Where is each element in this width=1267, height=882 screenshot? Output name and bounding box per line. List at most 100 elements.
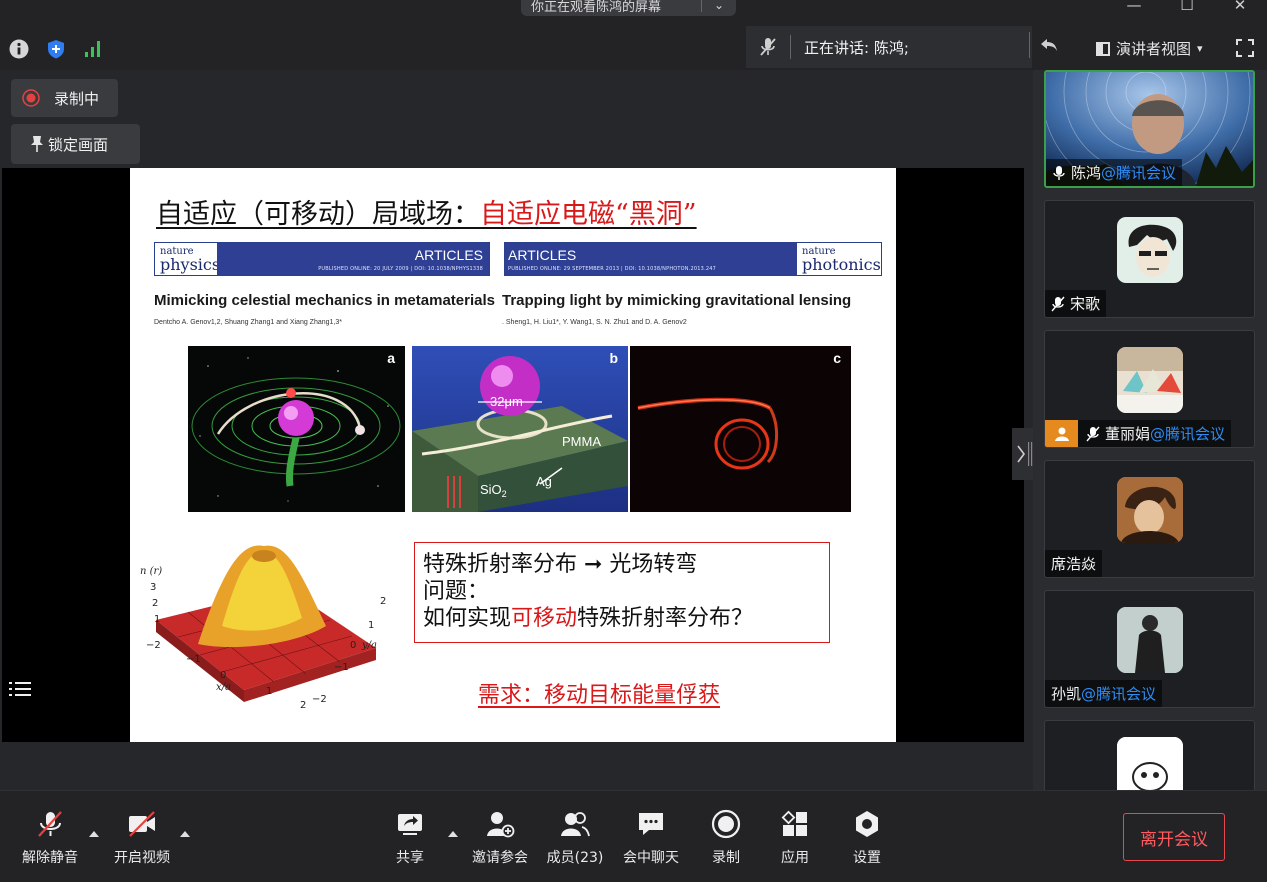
view-caret-icon: ▾ xyxy=(1197,42,1203,55)
x-tick-1: 1 xyxy=(266,686,272,697)
presentation-slide: 自适应（可移动）局域场：自适应电磁“黑洞” nature physics ART… xyxy=(130,168,896,742)
panel-c-label: c xyxy=(833,350,841,366)
screen-share-indicator[interactable]: 你正在观看陈鸿的屏幕 ⌄ xyxy=(521,0,736,16)
signal-strength-icon[interactable] xyxy=(83,39,103,59)
apps-label: 应用 xyxy=(781,850,809,866)
lock-screen-button[interactable]: 锁定画面 xyxy=(11,124,140,164)
apps-button[interactable]: 应用 xyxy=(775,809,815,867)
participant-tile[interactable] xyxy=(1044,720,1255,790)
figure-panel-b: 32μm PMMA Ag SiO2 b xyxy=(412,346,628,512)
participant-tile[interactable]: 孙凯 @腾讯会议 xyxy=(1044,590,1255,708)
apps-grid-icon xyxy=(781,810,807,836)
settings-button[interactable]: 设置 xyxy=(847,809,887,867)
user-role-icon xyxy=(1045,420,1078,447)
meeting-info-bar xyxy=(0,26,1267,70)
paper2-authors: . Sheng1, H. Liu1*, Y. Wang1, S. N. Zhu1… xyxy=(502,319,687,326)
y-axis-label: y/a xyxy=(361,640,377,651)
participant-name: 席浩焱 xyxy=(1051,555,1097,573)
participant-tile[interactable]: 宋歌 xyxy=(1044,200,1255,318)
x-axis-label: x/a xyxy=(216,682,231,693)
x-tick-2: 2 xyxy=(300,700,306,711)
share-menu-icon[interactable]: ⌄ xyxy=(702,0,736,12)
video-off-icon xyxy=(129,811,155,837)
shared-screen[interactable]: 自适应（可移动）局域场：自适应电磁“黑洞” nature physics ART… xyxy=(2,168,1024,742)
recording-label: 录制中 xyxy=(54,89,100,108)
paper2-title: Trapping light by mimicking gravitationa… xyxy=(502,292,852,309)
share-options-caret-icon[interactable] xyxy=(448,831,458,837)
record-button[interactable]: 录制 xyxy=(706,809,746,867)
chat-label: 会中聊天 xyxy=(623,850,679,866)
speaker-view-toggle[interactable]: 演讲者视图 ▾ xyxy=(1096,38,1203,59)
participant-tile[interactable]: 陈鸿 @腾讯会议 xyxy=(1044,70,1255,188)
participant-sidebar: 陈鸿 @腾讯会议 宋歌 董丽娟 @腾讯会议 席浩焱 孙凯 @腾讯会议 xyxy=(1033,70,1267,790)
leave-meeting-button[interactable]: 离开会议 xyxy=(1123,813,1225,861)
audio-options-caret-icon[interactable] xyxy=(89,831,99,837)
recording-indicator[interactable]: 录制中 xyxy=(11,79,118,117)
layout-icon xyxy=(1096,41,1110,56)
y-tick-m2: −2 xyxy=(312,694,327,705)
participant-tile[interactable]: 董丽娟 @腾讯会议 xyxy=(1044,330,1255,448)
paper2-published: PUBLISHED ONLINE: 29 SEPTEMBER 2013 | DO… xyxy=(508,266,716,272)
avatar xyxy=(1117,737,1183,790)
paper1-published: PUBLISHED ONLINE: 20 JULY 2009 | DOI: 10… xyxy=(318,266,483,272)
info-icon[interactable] xyxy=(9,39,29,59)
invite-label: 邀请参会 xyxy=(472,850,528,866)
share-screen-icon xyxy=(398,814,422,835)
question-box: 特殊折射率分布 ➞ 光场转弯 问题： 如何实现可移动特殊折射率分布？ xyxy=(414,542,830,643)
unmute-label: 解除静音 xyxy=(22,850,78,866)
share-label: 共享 xyxy=(396,850,424,866)
start-video-label: 开启视频 xyxy=(114,850,170,866)
muted-mic-icon xyxy=(38,811,62,837)
participant-nametag: 宋歌 xyxy=(1045,290,1107,317)
panel-a-label: a xyxy=(387,350,395,366)
paper1-title: Mimicking celestial mechanics in metamat… xyxy=(154,292,495,309)
reply-arrow-icon[interactable] xyxy=(1038,34,1060,56)
fullscreen-icon[interactable] xyxy=(1236,39,1254,57)
pin-icon xyxy=(31,136,43,152)
figure-panel-c: c xyxy=(630,346,851,512)
participant-name: 陈鸿 xyxy=(1071,164,1102,182)
muted-mic-icon xyxy=(746,26,790,68)
participant-name: 宋歌 xyxy=(1070,295,1101,313)
refractive-index-surface-plot: n (r) 3 2 1 −2 −1 0 1 2 x/a 2 1 0 −1 −2 … xyxy=(140,545,386,711)
slide-title: 自适应（可移动）局域场：自适应电磁“黑洞” xyxy=(156,192,697,231)
y-tick-2: 2 xyxy=(380,596,386,607)
unmute-button[interactable]: 解除静音 xyxy=(19,809,81,867)
view-label: 演讲者视图 xyxy=(1116,40,1192,58)
nature-photonics-banner: nature photonics ARTICLES PUBLISHED ONLI… xyxy=(504,242,882,276)
avatar xyxy=(1117,347,1183,413)
meeting-toolbar: 解除静音 开启视频 共享 邀请参会 成员(23) 会中聊天 录制 应用 设置 离… xyxy=(0,790,1267,882)
members-button[interactable]: 成员(23) xyxy=(544,809,606,867)
resonator-size-label: 32μm xyxy=(490,394,523,409)
video-options-caret-icon[interactable] xyxy=(180,831,190,837)
close-icon[interactable]: ✕ xyxy=(1220,0,1260,16)
invite-button[interactable]: 邀请参会 xyxy=(469,809,531,867)
chevron-right-icon xyxy=(1017,442,1033,466)
microresonator-illustration: 32μm PMMA Ag SiO2 xyxy=(412,356,628,512)
y-tick-1: 1 xyxy=(368,620,374,631)
y-tick-m1: −1 xyxy=(334,662,349,673)
avatar xyxy=(1117,607,1183,673)
paper1-section: ARTICLES xyxy=(414,247,483,263)
slide-list-icon[interactable] xyxy=(6,674,36,704)
sidebar-collapse-handle[interactable] xyxy=(1012,428,1034,480)
participant-nametag: 董丽娟 @腾讯会议 xyxy=(1045,420,1232,447)
x-tick-m2: −2 xyxy=(146,640,161,651)
speaking-end-divider xyxy=(1029,32,1030,58)
record-icon xyxy=(711,809,741,839)
minimize-icon[interactable]: — xyxy=(1114,0,1154,16)
share-button[interactable]: 共享 xyxy=(390,809,430,867)
start-video-button[interactable]: 开启视频 xyxy=(111,809,173,867)
maximize-icon[interactable]: ☐ xyxy=(1167,0,1207,16)
participant-nametag: 席浩焱 xyxy=(1045,550,1103,577)
light-trapping-photo xyxy=(637,397,778,470)
lock-label: 锁定画面 xyxy=(48,135,109,154)
speaking-label: 正在讲话: 陈鸿; xyxy=(804,38,909,57)
paper2-section: ARTICLES xyxy=(508,247,577,263)
box-line-3: 如何实现可移动特殊折射率分布？ xyxy=(423,606,754,631)
paper1-authors: Dentcho A. Genov1,2, Shuang Zhang1 and X… xyxy=(154,319,342,326)
chat-button[interactable]: 会中聊天 xyxy=(620,809,682,867)
participant-nametag: 陈鸿 @腾讯会议 xyxy=(1046,159,1183,186)
security-shield-icon[interactable] xyxy=(46,39,66,59)
participant-tile[interactable]: 席浩焱 xyxy=(1044,460,1255,578)
